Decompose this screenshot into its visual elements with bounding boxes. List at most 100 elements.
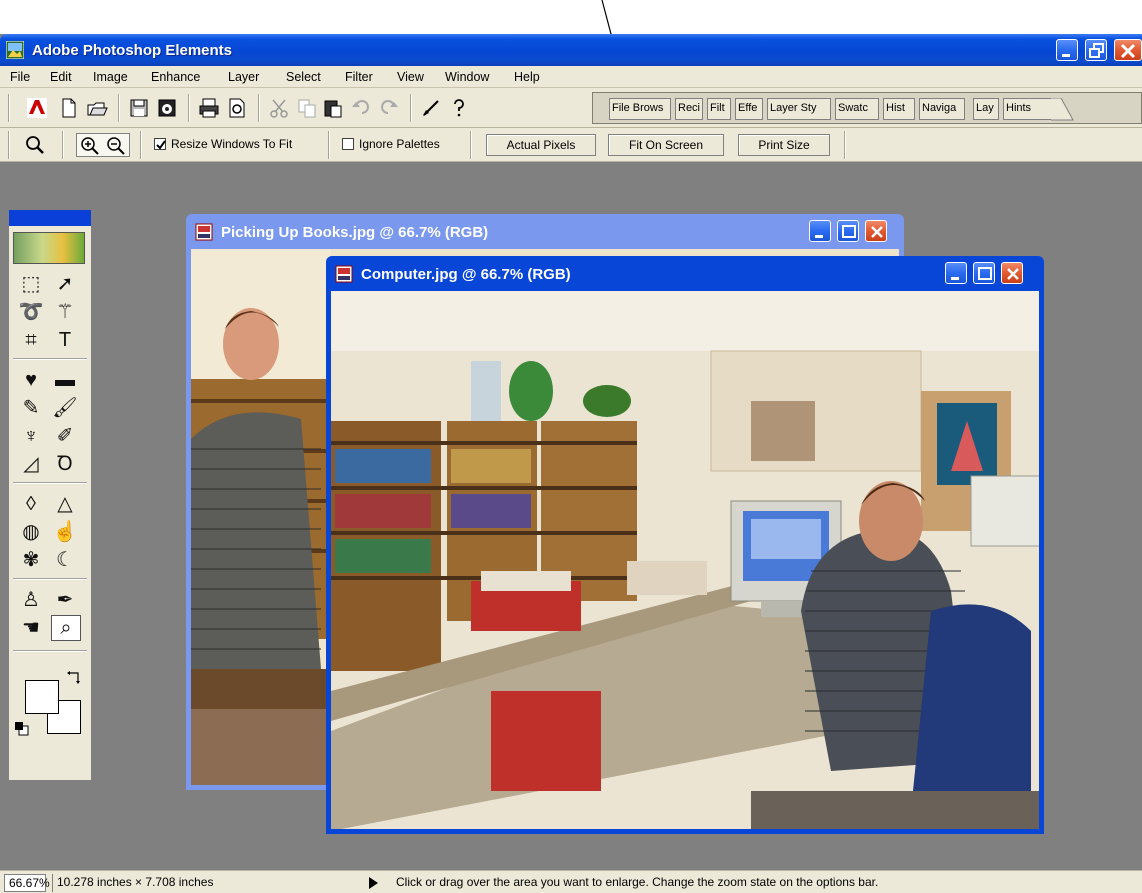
crop-tool-icon[interactable]: ⌗ <box>15 326 47 354</box>
move-tool-icon[interactable]: ➚ <box>49 270 81 298</box>
ignore-palettes-label: Ignore Palettes <box>359 137 440 151</box>
palette-tab-hints[interactable]: Hints <box>1003 98 1051 120</box>
ignore-palettes-checkbox[interactable]: Ignore Palettes <box>342 137 440 151</box>
close-button[interactable] <box>1114 39 1142 61</box>
dodge-tool-icon[interactable]: ☾ <box>49 546 81 574</box>
undo-icon[interactable] <box>350 97 372 119</box>
default-colors-icon[interactable] <box>15 722 29 736</box>
toolbar-grip <box>8 94 10 122</box>
zoom-out-icon[interactable] <box>105 136 127 156</box>
palette-tab-recipes[interactable]: Reci <box>675 98 703 120</box>
adobe-online-logo[interactable] <box>13 232 85 264</box>
doc-close-button[interactable] <box>865 220 887 242</box>
zoom-mode-group <box>76 133 130 157</box>
pencil-tool-icon[interactable]: ✎ <box>15 394 47 422</box>
help-icon[interactable] <box>448 97 470 119</box>
fit-on-screen-button[interactable]: Fit On Screen <box>608 134 724 156</box>
doc-maximize-button[interactable] <box>837 220 859 242</box>
title-bar[interactable]: Adobe Photoshop Elements <box>0 34 1142 66</box>
clone-stamp-tool-icon[interactable]: ♙ <box>15 586 47 614</box>
doc-minimize-button[interactable] <box>809 220 831 242</box>
toolbox-divider <box>13 650 87 652</box>
adobe-online-icon[interactable] <box>26 97 48 119</box>
new-file-icon[interactable] <box>58 97 80 119</box>
red-eye-brush-tool-icon[interactable]: ✾ <box>15 546 47 574</box>
palette-tab-layers[interactable]: Lay <box>973 98 999 120</box>
photoshop-elements-app-icon <box>6 41 24 59</box>
lasso-tool-icon[interactable]: ➰ <box>15 298 47 326</box>
palette-tab-filters[interactable]: Filt <box>707 98 731 120</box>
step-backward-icon[interactable] <box>420 97 442 119</box>
zoom-in-icon[interactable] <box>79 136 101 156</box>
paste-icon[interactable] <box>322 97 344 119</box>
toolbox-divider <box>13 358 87 360</box>
menu-edit[interactable]: Edit <box>50 70 72 84</box>
print-icon[interactable] <box>198 97 220 119</box>
palette-tab-effects[interactable]: Effe <box>735 98 763 120</box>
minimize-button[interactable] <box>1056 39 1078 61</box>
menu-image[interactable]: Image <box>93 70 128 84</box>
pattern-stamp-tool-icon[interactable]: Ꝺ <box>49 450 81 478</box>
sharpen-tool-icon[interactable]: △ <box>49 490 81 518</box>
doc-maximize-button[interactable] <box>973 262 995 284</box>
menu-layer[interactable]: Layer <box>228 70 259 84</box>
palette-tab-file-browser[interactable]: File Brows <box>609 98 671 120</box>
palette-tab-swatches[interactable]: Swatc <box>835 98 879 120</box>
menu-enhance[interactable]: Enhance <box>151 70 200 84</box>
menu-filter[interactable]: Filter <box>345 70 373 84</box>
toolbar-separator <box>328 131 330 159</box>
marquee-tool-icon[interactable]: ⬚ <box>15 270 47 298</box>
foreground-color-swatch[interactable] <box>25 680 59 714</box>
toolbar-separator <box>410 94 412 122</box>
custom-shape-tool-icon[interactable]: ♥ <box>15 366 47 394</box>
document-title-bar[interactable]: Picking Up Books.jpg @ 66.7% (RGB) <box>189 217 901 247</box>
print-preview-icon[interactable] <box>226 97 248 119</box>
hand-tool-icon[interactable]: ☚ <box>15 614 47 642</box>
doc-close-button[interactable] <box>1001 262 1023 284</box>
print-size-button[interactable]: Print Size <box>738 134 830 156</box>
open-folder-icon[interactable] <box>86 97 108 119</box>
menu-file[interactable]: File <box>10 70 30 84</box>
smudge-tool-icon[interactable]: ☝ <box>49 518 81 546</box>
document-window-computer[interactable]: Computer.jpg @ 66.7% (RGB) <box>326 256 1044 834</box>
palette-tab-navigator[interactable]: Naviga <box>919 98 965 120</box>
resize-windows-checkbox[interactable]: Resize Windows To Fit <box>154 137 292 151</box>
redo-icon[interactable] <box>378 97 400 119</box>
impressionist-brush-tool-icon[interactable]: ✐ <box>49 422 81 450</box>
document-icon <box>335 265 353 283</box>
save-for-web-icon[interactable] <box>156 97 178 119</box>
doc-minimize-button[interactable] <box>945 262 967 284</box>
cut-icon[interactable] <box>268 97 290 119</box>
type-tool-icon[interactable]: T <box>49 326 81 354</box>
eraser-tool-icon[interactable]: ◿ <box>15 450 47 478</box>
status-menu-arrow-icon[interactable] <box>369 877 379 889</box>
zoom-level-field[interactable]: 66.67% <box>4 874 50 892</box>
tool-hint-text: Click or drag over the area you want to … <box>396 875 879 889</box>
save-icon[interactable] <box>128 97 150 119</box>
document-title-bar[interactable]: Computer.jpg @ 66.7% (RGB) <box>329 259 1041 289</box>
swap-colors-icon[interactable] <box>67 670 83 686</box>
menu-window[interactable]: Window <box>445 70 489 84</box>
zoom-tool-selected-icon[interactable]: ⌕ <box>51 615 81 641</box>
restore-button[interactable] <box>1085 39 1107 61</box>
palette-tab-layer-styles[interactable]: Layer Sty <box>767 98 831 120</box>
copy-icon[interactable] <box>296 97 318 119</box>
toolbox-title-bar[interactable] <box>9 210 91 226</box>
blur-tool-icon[interactable]: ◊ <box>15 490 47 518</box>
menu-view[interactable]: View <box>397 70 424 84</box>
palette-tab-history[interactable]: Hist <box>883 98 915 120</box>
toolbar-separator <box>188 94 190 122</box>
sponge-tool-icon[interactable]: ◍ <box>15 518 47 546</box>
paint-bucket-tool-icon[interactable]: ♆ <box>15 422 47 450</box>
brush-tool-icon[interactable]: 🖌 <box>49 394 81 422</box>
magic-wand-tool-icon[interactable]: ⚚ <box>49 298 81 326</box>
actual-pixels-button[interactable]: Actual Pixels <box>486 134 596 156</box>
eyedropper-tool-icon[interactable]: ✒ <box>49 586 81 614</box>
menu-select[interactable]: Select <box>286 70 321 84</box>
checkbox-unchecked-icon <box>342 138 354 150</box>
menu-help[interactable]: Help <box>514 70 540 84</box>
photoshop-window: Adobe Photoshop Elements File Edit Image… <box>0 34 1142 893</box>
gradient-tool-icon[interactable]: ▬ <box>49 366 81 394</box>
zoom-tool-icon[interactable] <box>24 134 46 156</box>
minimize-icon <box>1062 54 1070 57</box>
